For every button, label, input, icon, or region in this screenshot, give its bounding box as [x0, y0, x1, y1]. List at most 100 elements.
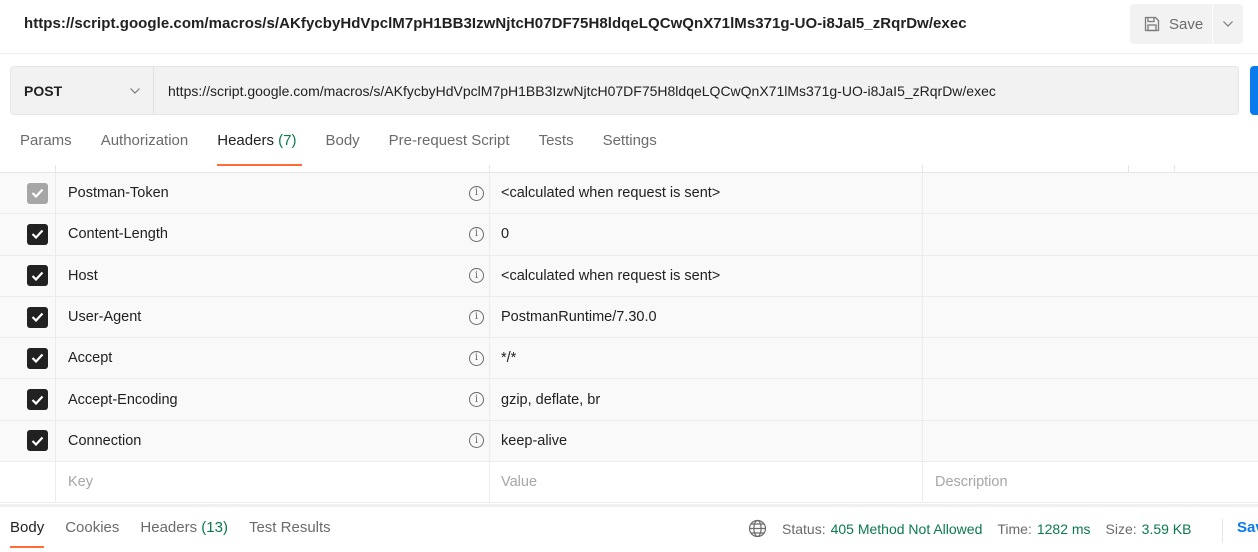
- description-cell[interactable]: [923, 379, 1258, 419]
- tab-authorization[interactable]: Authorization: [101, 132, 189, 166]
- key-input[interactable]: Key: [56, 462, 490, 503]
- column-resize-handle[interactable]: [55, 165, 56, 173]
- info-icon[interactable]: i: [469, 350, 484, 366]
- header-key: Connection: [68, 432, 142, 449]
- tab-label: Headers: [140, 519, 198, 536]
- response-tab-body[interactable]: Body: [10, 519, 45, 548]
- enable-checkbox[interactable]: [27, 347, 48, 369]
- value-cell[interactable]: 0: [490, 214, 923, 255]
- header-value: PostmanRuntime/7.30.0: [501, 309, 657, 326]
- info-icon[interactable]: i: [469, 309, 484, 325]
- checkmark-icon: [31, 230, 44, 240]
- description-cell[interactable]: [923, 421, 1258, 461]
- url-input[interactable]: [154, 67, 1238, 114]
- value-cell[interactable]: */*: [490, 338, 923, 379]
- size-value[interactable]: 3.59 KB: [1142, 521, 1192, 537]
- description-cell[interactable]: [923, 214, 1258, 254]
- headers-count: (7): [278, 132, 297, 149]
- header-key: Accept-Encoding: [68, 391, 178, 408]
- description-cell[interactable]: [923, 297, 1258, 337]
- value-cell[interactable]: <calculated when request is sent>: [490, 173, 923, 214]
- info-icon[interactable]: i: [469, 392, 484, 408]
- column-resize-handle[interactable]: [1174, 165, 1175, 173]
- check-cell: [0, 420, 56, 462]
- info-icon[interactable]: i: [469, 268, 484, 284]
- table-row: Content-Length i 0: [0, 214, 1258, 256]
- tab-label: Cookies: [65, 519, 120, 536]
- key-cell[interactable]: Content-Length i: [56, 214, 490, 255]
- header-value: <calculated when request is sent>: [501, 267, 721, 284]
- description-cell[interactable]: [923, 173, 1258, 213]
- chevron-down-icon: [1222, 20, 1234, 28]
- enable-checkbox[interactable]: [27, 223, 48, 245]
- time-value[interactable]: 1282 ms: [1037, 521, 1091, 537]
- column-resize-handle[interactable]: [489, 165, 490, 173]
- tab-settings[interactable]: Settings: [603, 132, 657, 166]
- description-cell[interactable]: [923, 256, 1258, 296]
- info-icon[interactable]: i: [469, 226, 484, 242]
- key-cell[interactable]: Connection i: [56, 420, 490, 462]
- check-cell: [0, 338, 56, 379]
- value-cell[interactable]: gzip, deflate, br: [490, 379, 923, 420]
- save-options-button[interactable]: [1213, 4, 1243, 44]
- save-response-button[interactable]: Save Response: [1237, 519, 1258, 536]
- description-cell[interactable]: [923, 338, 1258, 378]
- status-label: Status:: [782, 520, 826, 537]
- column-resize-handle[interactable]: [1128, 165, 1129, 173]
- header-key: Postman-Token: [68, 185, 169, 202]
- check-cell: [0, 379, 56, 420]
- save-button[interactable]: Save: [1130, 4, 1212, 44]
- info-icon[interactable]: i: [469, 185, 484, 201]
- value-cell[interactable]: keep-alive: [490, 420, 923, 462]
- response-tab-test-results[interactable]: Test Results: [249, 519, 331, 548]
- response-tabs: Body Cookies Headers (13) Test Results: [10, 519, 352, 548]
- check-cell: [0, 214, 56, 255]
- key-cell[interactable]: Accept i: [56, 338, 490, 379]
- tab-params[interactable]: Params: [20, 132, 72, 166]
- header-key: User-Agent: [68, 309, 142, 326]
- key-cell[interactable]: Accept-Encoding i: [56, 379, 490, 420]
- headers-table: Postman-Token i <calculated when request i…: [0, 165, 1258, 504]
- globe-icon[interactable]: [748, 519, 767, 538]
- check-cell: [0, 255, 56, 296]
- check-cell: [0, 173, 56, 214]
- table-row: Accept i */*: [0, 338, 1258, 380]
- enable-checkbox[interactable]: [27, 389, 48, 411]
- response-meta: Status: 405 Method Not Allowed Time: 128…: [748, 519, 1207, 538]
- response-headers-count: (13): [201, 519, 228, 536]
- header-value: */*: [501, 350, 517, 367]
- send-button[interactable]: [1250, 66, 1258, 115]
- tab-body[interactable]: Body: [325, 132, 359, 166]
- empty-check-cell: [0, 462, 56, 503]
- header-key: Content-Length: [68, 226, 168, 243]
- table-row: Connection i keep-alive: [0, 420, 1258, 463]
- key-cell[interactable]: Host i: [56, 255, 490, 296]
- description-input[interactable]: Description: [923, 462, 1258, 502]
- enable-checkbox[interactable]: [27, 430, 48, 452]
- tab-label: Authorization: [100, 132, 189, 149]
- response-tab-cookies[interactable]: Cookies: [65, 519, 119, 548]
- value-cell[interactable]: <calculated when request is sent>: [490, 255, 923, 296]
- value-cell[interactable]: PostmanRuntime/7.30.0: [490, 296, 923, 338]
- check-cell: [0, 296, 56, 338]
- method-select[interactable]: POST: [11, 67, 154, 114]
- key-cell[interactable]: Postman-Token i: [56, 173, 490, 214]
- enable-checkbox[interactable]: [27, 265, 48, 287]
- column-resize-handle[interactable]: [922, 165, 923, 173]
- key-cell[interactable]: User-Agent i: [56, 296, 490, 338]
- response-bar: Body Cookies Headers (13) Test Results S…: [0, 504, 1258, 552]
- request-title[interactable]: https://script.google.com/macros/s/AKfyc…: [24, 15, 967, 32]
- info-icon[interactable]: i: [469, 433, 484, 449]
- table-header: [0, 165, 1258, 173]
- response-tab-headers[interactable]: Headers (13): [140, 519, 228, 548]
- status-value[interactable]: 405 Method Not Allowed: [831, 521, 983, 537]
- tab-pre-request-script[interactable]: Pre-request Script: [389, 132, 510, 166]
- tab-label: Params: [20, 132, 72, 149]
- tab-label: Pre-request Script: [388, 132, 510, 149]
- header-key: Host: [68, 267, 98, 284]
- checkmark-icon: [31, 271, 44, 281]
- value-input[interactable]: Value: [490, 462, 923, 503]
- tab-headers[interactable]: Headers (7): [217, 132, 303, 166]
- tab-tests[interactable]: Tests: [539, 132, 574, 166]
- enable-checkbox[interactable]: [27, 306, 48, 328]
